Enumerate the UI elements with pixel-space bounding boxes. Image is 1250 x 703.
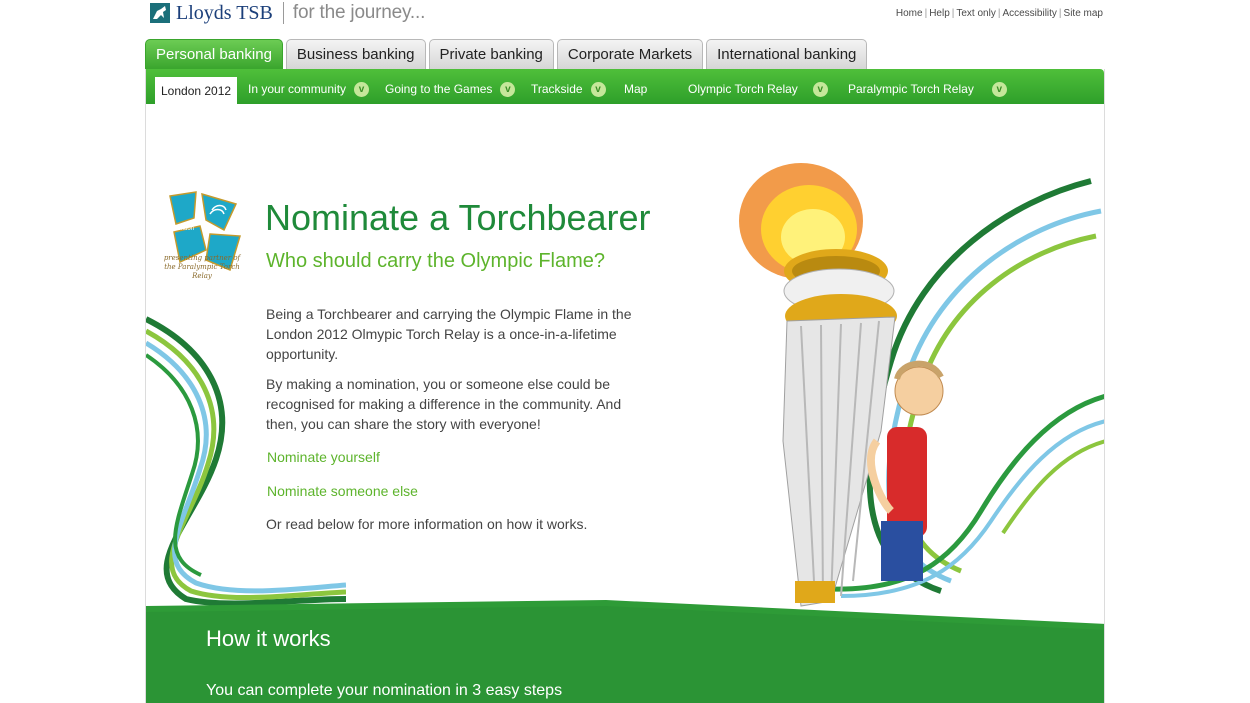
- chevron-down-icon[interactable]: v: [991, 81, 1007, 97]
- black-horse-icon: [150, 3, 170, 23]
- subnav-in-your-community[interactable]: In your community v: [248, 76, 370, 102]
- chevron-down-icon[interactable]: v: [354, 81, 370, 97]
- nominate-someone-else-link[interactable]: Nominate someone else: [267, 483, 418, 499]
- page: Lloyds TSB for the journey... Home | Help |…: [0, 0, 1250, 703]
- emblem-logo-text: london: [176, 226, 194, 232]
- utility-separator: |: [1058, 8, 1062, 19]
- brand-tagline: for the journey...: [292, 2, 426, 23]
- utility-separator: |: [951, 8, 955, 19]
- subnav-london-2012[interactable]: London 2012: [155, 77, 238, 104]
- nominate-yourself-link[interactable]: Nominate yourself: [267, 449, 380, 465]
- logo-divider: [282, 2, 284, 24]
- subnav-trackside[interactable]: Trackside v: [531, 76, 606, 102]
- subnav-map[interactable]: Map: [624, 76, 647, 102]
- tab-corporate-markets[interactable]: Corporate Markets: [556, 39, 704, 69]
- site-header: Lloyds TSB for the journey... Home | Help |…: [150, 0, 1105, 38]
- utility-link-site-map[interactable]: Site map: [1064, 8, 1103, 19]
- read-more-paragraph: Or read below for more information on ho…: [266, 516, 588, 532]
- nomination-paragraph: By making a nomination, you or someone e…: [266, 376, 622, 432]
- brand-logo[interactable]: Lloyds TSB for the journey...: [150, 0, 425, 26]
- torchbearer-illustration: [739, 163, 1104, 607]
- how-it-works-title: How it works: [206, 626, 331, 651]
- intro-paragraph: Being a Torchbearer and carrying the Oly…: [266, 306, 632, 362]
- tab-international-banking[interactable]: International banking: [706, 39, 868, 69]
- brand-name: Lloyds TSB: [176, 1, 273, 24]
- utility-separator: |: [997, 8, 1001, 19]
- chevron-down-icon[interactable]: v: [500, 81, 516, 97]
- page-title: Nominate a Torchbearer: [265, 197, 651, 238]
- subnav-label: Paralympic Torch Relay: [848, 82, 974, 96]
- subnav-label: London 2012: [161, 83, 232, 98]
- subnav-label: Trackside: [531, 82, 583, 96]
- utility-link-help[interactable]: Help: [929, 8, 950, 19]
- page-subtitle: Who should carry the Olympic Flame?: [266, 250, 606, 272]
- sub-navigation: London 2012 In your community v Going to…: [146, 69, 1104, 104]
- tab-private-banking[interactable]: Private banking: [428, 39, 554, 69]
- emblem-caption: presenting partner of the Paralympic Tor…: [163, 254, 241, 280]
- subnav-olympic-torch-relay[interactable]: Olympic Torch Relay v: [688, 76, 828, 102]
- utility-link-accessibility[interactable]: Accessibility: [1002, 8, 1056, 19]
- subnav-label: Going to the Games: [385, 82, 493, 96]
- subnav-label: In your community: [248, 82, 347, 96]
- utility-separator: |: [924, 8, 928, 19]
- how-it-works-intro: You can complete your nomination in 3 ea…: [206, 682, 563, 699]
- primary-tabs: Personal banking Business banking Privat…: [145, 39, 870, 69]
- subnav-going-to-the-games[interactable]: Going to the Games v: [385, 76, 516, 102]
- tab-business-banking[interactable]: Business banking: [285, 39, 426, 69]
- main-content-frame: London 2012 In your community v Going to…: [145, 69, 1105, 703]
- chevron-down-icon[interactable]: v: [812, 81, 828, 97]
- utility-link-text-only[interactable]: Text only: [956, 8, 995, 19]
- tab-personal-banking[interactable]: Personal banking: [145, 39, 283, 69]
- chevron-down-icon[interactable]: v: [590, 81, 606, 97]
- subnav-label: Olympic Torch Relay: [688, 82, 798, 96]
- utility-links: Home | Help | Text only | Accessibility | Site m…: [896, 8, 1103, 19]
- subnav-label: Map: [624, 82, 648, 96]
- utility-link-home[interactable]: Home: [896, 8, 923, 19]
- subnav-paralympic-torch-relay[interactable]: Paralympic Torch Relay v: [848, 76, 1007, 102]
